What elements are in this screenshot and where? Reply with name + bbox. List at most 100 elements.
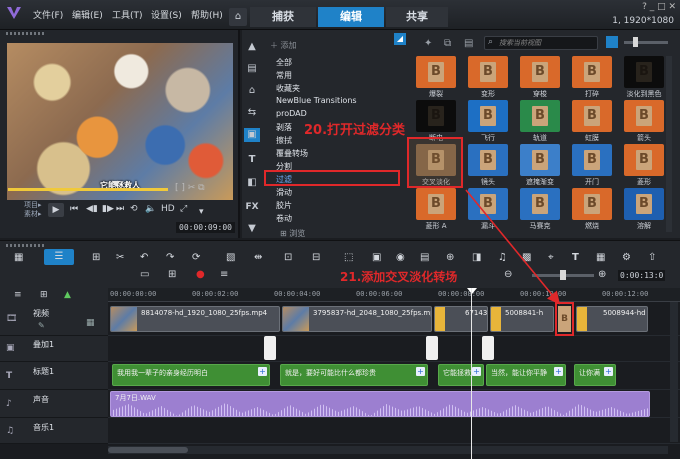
add-media-icon[interactable]: ▭: [140, 269, 149, 280]
transition-thumbnail[interactable]: B: [520, 100, 560, 132]
transition-thumbnail[interactable]: B: [572, 188, 612, 220]
panel-grip[interactable]: [6, 244, 46, 247]
grid-icon[interactable]: ▦: [596, 252, 605, 263]
transition-thumbnail[interactable]: B: [572, 56, 612, 88]
next-frame-icon[interactable]: ▮▶: [102, 204, 114, 214]
undo-icon[interactable]: ↶: [140, 252, 148, 263]
add-icon[interactable]: +: [604, 367, 613, 376]
add-icon[interactable]: +: [416, 367, 425, 376]
view-toggle-icon[interactable]: [606, 36, 618, 48]
overlay-lane[interactable]: [108, 336, 680, 362]
transition-star-icon[interactable]: [435, 307, 445, 331]
title-clip[interactable]: 让你满 +: [574, 364, 616, 386]
home-start-icon[interactable]: ⏮: [70, 204, 78, 214]
voice-lane[interactable]: 7月7日.WAV: [108, 390, 680, 418]
media-icon[interactable]: ▤: [244, 62, 260, 76]
category-item[interactable]: 覆叠转场: [276, 148, 308, 159]
playhead[interactable]: [471, 288, 472, 459]
add-icon[interactable]: +: [258, 367, 267, 376]
hd-toggle[interactable]: HD: [161, 204, 175, 214]
multicam-icon[interactable]: ▤: [420, 252, 429, 263]
auto-music-icon[interactable]: ≡: [220, 269, 228, 280]
record-capture-icon[interactable]: ⟳: [192, 252, 200, 263]
gallery-scrollbar[interactable]: [666, 56, 672, 232]
video-clip[interactable]: 8814078-hd_1920_1080_25fps.mp4: [110, 306, 280, 332]
category-item[interactable]: 擦拭: [276, 135, 292, 146]
horizontal-scroll-thumb[interactable]: [108, 447, 188, 453]
transition-icon[interactable]: ⇆: [244, 106, 260, 120]
title-clip[interactable]: 它能拯救 +: [438, 364, 484, 386]
trim-icon[interactable]: ⊡: [284, 252, 292, 263]
menu-file[interactable]: 文件(F): [33, 8, 63, 21]
add-icon[interactable]: +: [554, 367, 563, 376]
title-icon[interactable]: T: [244, 153, 260, 167]
split-icon[interactable]: ⇹: [254, 252, 262, 263]
add-icon[interactable]: +: [472, 367, 481, 376]
library-corner-icon[interactable]: ◢: [394, 33, 406, 45]
thumb-size-slider[interactable]: [624, 41, 668, 44]
transition-thumbnail[interactable]: B: [520, 188, 560, 220]
mark-in-out-icon[interactable]: [ ] ✂ ⧉: [175, 183, 205, 193]
timeline-vertical-scrollbar[interactable]: [670, 302, 678, 442]
video-clip[interactable]: 3795837-hd_2048_1080_25fps.mp4: [282, 306, 432, 332]
transition-tab-icon[interactable]: ▣: [244, 128, 260, 142]
category-item[interactable]: 剥落: [276, 122, 292, 133]
apply-icon[interactable]: ▤: [464, 38, 473, 49]
category-item[interactable]: 卷动: [276, 213, 292, 224]
zoom-in-icon[interactable]: ⊕: [598, 269, 606, 280]
image-icon[interactable]: ▧: [226, 252, 235, 263]
motion-icon[interactable]: ⬚: [344, 252, 353, 263]
tab-capture[interactable]: 捕获: [250, 7, 316, 27]
track-header-overlay[interactable]: ▣ 叠加1: [0, 336, 108, 362]
home-icon[interactable]: ⌂: [229, 8, 247, 26]
video-clip[interactable]: 67143: [434, 306, 488, 332]
color-icon[interactable]: ◨: [472, 252, 481, 263]
timeline-timecode[interactable]: 0:00:13:0: [618, 270, 666, 281]
transition-thumbnail[interactable]: B: [624, 56, 664, 88]
window-controls[interactable]: ? _ □ ✕: [642, 2, 676, 12]
title-lane[interactable]: 我用我一辈子的亲身经历明白 + 就是，要好可能比什么都珍贵 + 它能拯救 + 当然，能…: [108, 362, 680, 390]
tab-edit[interactable]: 编辑: [318, 7, 384, 27]
tab-share[interactable]: 共享: [386, 7, 448, 27]
timeline-horizontal-scrollbar[interactable]: [108, 446, 668, 454]
tools-icon[interactable]: ✂: [116, 252, 124, 263]
title-clip[interactable]: 我用我一辈子的亲身经历明白 +: [112, 364, 270, 386]
timeline-ruler[interactable]: 00:00:00:00 00:00:02:00 00:00:04:00 00:0…: [108, 288, 680, 302]
transition-thumbnail[interactable]: B: [624, 100, 664, 132]
graphics-icon[interactable]: ◧: [244, 176, 260, 190]
sound-icon[interactable]: ♫: [498, 252, 507, 263]
add-track-icon[interactable]: ▲: [64, 290, 71, 300]
track-header-voice[interactable]: ♪ 声音: [0, 390, 108, 418]
search-input[interactable]: 搜索当前视图: [484, 36, 598, 50]
video-clip[interactable]: 5008841-h: [490, 306, 554, 332]
transition-thumbnail[interactable]: B: [520, 56, 560, 88]
play-icon[interactable]: ▶: [48, 203, 64, 217]
dropdown-icon[interactable]: ▾: [199, 207, 204, 217]
transition-thumbnail[interactable]: B: [468, 56, 508, 88]
menu-settings[interactable]: 设置(S): [151, 8, 182, 21]
zoom-slider-thumb[interactable]: [560, 270, 566, 280]
category-item[interactable]: 胶片: [276, 200, 292, 211]
video-lane[interactable]: 8814078-hd_1920_1080_25fps.mp4 3795837-h…: [108, 302, 680, 336]
prev-frame-icon[interactable]: ◀▮: [86, 204, 98, 214]
enlarge-icon[interactable]: ⤢: [180, 204, 187, 214]
speed-icon[interactable]: ⊕: [446, 252, 454, 263]
preview-scrubber[interactable]: [8, 188, 168, 191]
volume-icon[interactable]: 🔈: [145, 204, 156, 214]
transition-thumbnail[interactable]: B: [468, 144, 508, 176]
storyboard-view-icon[interactable]: ▦: [14, 252, 23, 263]
transition-thumbnail[interactable]: B: [572, 100, 612, 132]
overlay-clip[interactable]: [482, 336, 494, 360]
preview-timecode[interactable]: 00:00:09:00: [176, 222, 235, 233]
track-header-video[interactable]: 🎞 视频 ✎ ▦: [0, 302, 108, 336]
zoom-out-icon[interactable]: ⊖: [504, 269, 512, 280]
mode-selector[interactable]: 项目▸ 素材▸: [24, 201, 42, 219]
effect-icon[interactable]: ▩: [522, 252, 531, 263]
audio-clip[interactable]: 7月7日.WAV: [110, 391, 650, 417]
add-to-favorites-icon[interactable]: ⧉: [444, 38, 451, 49]
collapse-up-icon[interactable]: ▲: [244, 40, 260, 54]
mixer-icon[interactable]: ◉: [396, 252, 405, 263]
category-item[interactable]: NewBlue Transitions: [276, 96, 357, 105]
transition-thumbnail[interactable]: B: [468, 188, 508, 220]
overlay-clip[interactable]: [264, 336, 276, 360]
